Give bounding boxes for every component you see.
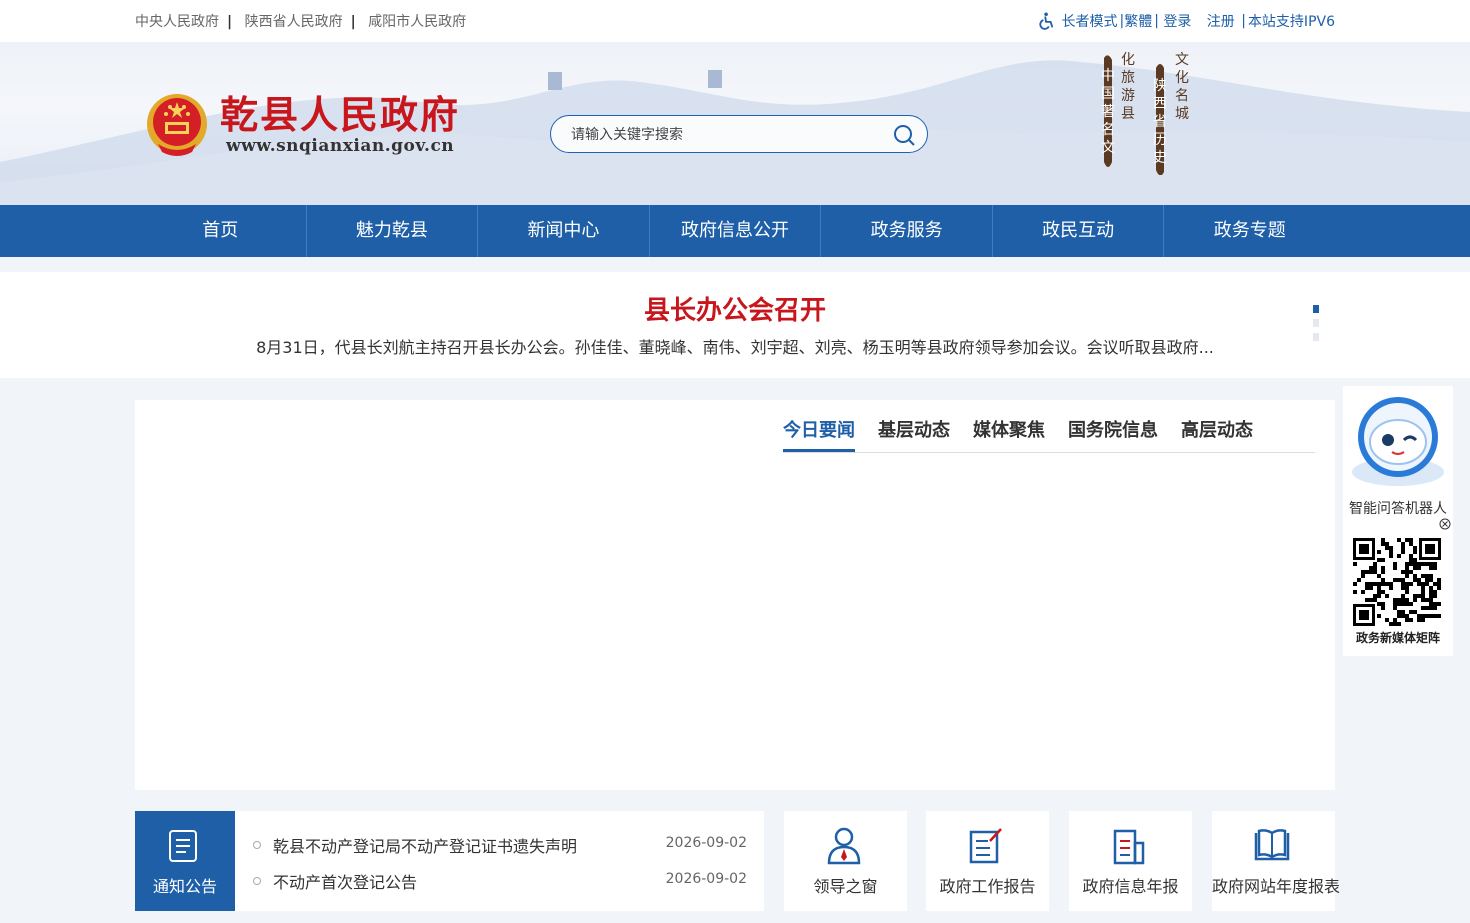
building-icon bbox=[1113, 829, 1145, 865]
report-edit-icon bbox=[969, 828, 1002, 864]
book-icon bbox=[1254, 829, 1290, 861]
bullet-icon bbox=[253, 877, 261, 885]
bullet-icon bbox=[253, 841, 261, 849]
quick-link-work-report[interactable]: 政府工作报告 bbox=[926, 811, 1049, 911]
calligraphy-banner: 中国著名文 化旅游县 陕西省历史 文化名城 bbox=[1098, 50, 1198, 176]
quick-link-leaders[interactable]: 领导之窗 bbox=[784, 811, 907, 911]
list-item[interactable]: 不动产首次登记公告 2026-09-02 bbox=[253, 869, 747, 893]
nav-home[interactable]: 首页 bbox=[135, 205, 307, 257]
calligraphy-text: 化旅游县 bbox=[1121, 52, 1135, 122]
tab-grassroots[interactable]: 基层动态 bbox=[878, 420, 950, 450]
leader-icon bbox=[827, 827, 861, 865]
nav-charm-qianxian[interactable]: 魅力乾县 bbox=[307, 205, 479, 257]
site-title: 乾县人民政府 bbox=[220, 92, 461, 137]
headline-summary[interactable]: 8月31日，代县长刘航主持召开县长办公会。孙佳佳、董晓峰、南伟、刘宇超、刘亮、杨… bbox=[0, 334, 1470, 358]
calligraphy-text: 陕西省历史 bbox=[1153, 78, 1167, 166]
notice-date: 2026-09-02 bbox=[665, 835, 747, 851]
main-nav: 首页 魅力乾县 新闻中心 政府信息公开 政务服务 政民互动 政务专题 bbox=[0, 205, 1470, 257]
search-box bbox=[550, 115, 928, 153]
elder-mode-link[interactable]: 长者模式 bbox=[1062, 11, 1118, 31]
news-panel: 今日要闻 基层动态 媒体聚焦 国务院信息 高层动态 bbox=[135, 400, 1335, 790]
notice-label: 通知公告 bbox=[152, 877, 217, 896]
calligraphy-text: 文化名城 bbox=[1175, 52, 1189, 122]
traditional-chinese-link[interactable]: 繁體 bbox=[1124, 11, 1152, 31]
login-link[interactable]: 登录 bbox=[1163, 11, 1191, 31]
headline-title[interactable]: 县长办公会召开 bbox=[0, 290, 1470, 327]
nav-special-topics[interactable]: 政务专题 bbox=[1164, 205, 1335, 257]
document-icon bbox=[169, 830, 197, 862]
qr-code-icon bbox=[1353, 538, 1441, 626]
tab-high-level[interactable]: 高层动态 bbox=[1181, 420, 1253, 450]
notice-title[interactable]: 不动产首次登记公告 bbox=[273, 869, 417, 893]
quick-link-label: 政府工作报告 bbox=[939, 877, 1036, 896]
quick-link-label: 政府信息年报 bbox=[1082, 877, 1179, 896]
tab-state-council[interactable]: 国务院信息 bbox=[1068, 420, 1158, 450]
register-link[interactable]: 注册 bbox=[1207, 11, 1235, 31]
link-shaanxi-gov[interactable]: 陕西省人民政府 bbox=[245, 14, 343, 30]
tab-media-focus[interactable]: 媒体聚焦 bbox=[973, 420, 1045, 450]
robot-avatar-icon[interactable] bbox=[1348, 392, 1448, 492]
tab-today-news[interactable]: 今日要闻 bbox=[783, 420, 855, 452]
robot-label[interactable]: 智能问答机器人 bbox=[1343, 498, 1453, 518]
side-widget: 智能问答机器人 政务新媒体矩阵 bbox=[1343, 386, 1453, 656]
notice-list: 乾县不动产登记局不动产登记证书遗失声明 2026-09-02 不动产首次登记公告… bbox=[235, 811, 764, 911]
site-url: www.snqianxian.gov.cn bbox=[226, 136, 455, 156]
search-icon[interactable] bbox=[893, 124, 915, 146]
search-input[interactable] bbox=[569, 124, 873, 146]
list-item[interactable]: 乾县不动产登记局不动产登记证书遗失声明 2026-09-02 bbox=[253, 833, 747, 857]
pager-dot[interactable] bbox=[1313, 333, 1319, 341]
link-central-gov[interactable]: 中央人民政府 bbox=[135, 14, 219, 30]
quick-link-label: 政府网站年度报表 bbox=[1212, 877, 1341, 896]
headline-pager bbox=[1313, 305, 1319, 347]
calligraphy-text: 中国著名文 bbox=[1101, 68, 1115, 156]
nav-news-center[interactable]: 新闻中心 bbox=[478, 205, 650, 257]
notice-date: 2026-09-02 bbox=[665, 871, 747, 887]
top-bar: 中央人民政府 | 陕西省人民政府 | 咸阳市人民政府 长者模式 | 繁體 | 登录 注册… bbox=[0, 0, 1470, 42]
site-logo[interactable]: 乾县人民政府 www.snqianxian.gov.cn bbox=[146, 92, 460, 158]
national-emblem-icon bbox=[147, 94, 207, 156]
quick-link-info-annual[interactable]: 政府信息年报 bbox=[1069, 811, 1192, 911]
external-links: 中央人民政府 | 陕西省人民政府 | 咸阳市人民政府 bbox=[135, 14, 467, 30]
nav-gov-services[interactable]: 政务服务 bbox=[821, 205, 993, 257]
ipv6-support-text: 本站支持IPV6 bbox=[1247, 14, 1335, 30]
pager-dot[interactable] bbox=[1313, 305, 1319, 313]
quick-link-label: 领导之窗 bbox=[813, 877, 878, 896]
pager-dot[interactable] bbox=[1313, 319, 1319, 327]
nav-gov-info[interactable]: 政府信息公开 bbox=[650, 205, 822, 257]
close-icon[interactable] bbox=[1439, 518, 1451, 530]
qr-label: 政务新媒体矩阵 bbox=[1355, 631, 1440, 645]
headline-banner: 县长办公会召开 8月31日，代县长刘航主持召开县长办公会。孙佳佳、董晓峰、南伟、… bbox=[0, 272, 1470, 378]
site-header: 乾县人民政府 www.snqianxian.gov.cn 中国著名文化旅游县 陕西… bbox=[0, 42, 1470, 205]
notice-title[interactable]: 乾县不动产登记局不动产登记证书遗失声明 bbox=[273, 833, 577, 857]
notice-header[interactable]: 通知公告 bbox=[135, 811, 235, 911]
brush-stroke-decoration: 中国著名文化旅游县 陕西省历史文化名城 bbox=[1101, 52, 1189, 176]
user-links: 长者模式 | 繁體 | 登录 注册 | 本站支持IPV6 bbox=[1038, 11, 1335, 31]
accessibility-icon[interactable] bbox=[1038, 12, 1056, 30]
link-xianyang-gov[interactable]: 咸阳市人民政府 bbox=[368, 14, 466, 30]
news-tabs: 今日要闻 基层动态 媒体聚焦 国务院信息 高层动态 bbox=[783, 420, 1315, 453]
quick-link-website-report[interactable]: 政府网站年度报表 bbox=[1212, 811, 1341, 911]
nav-interaction[interactable]: 政民互动 bbox=[993, 205, 1165, 257]
